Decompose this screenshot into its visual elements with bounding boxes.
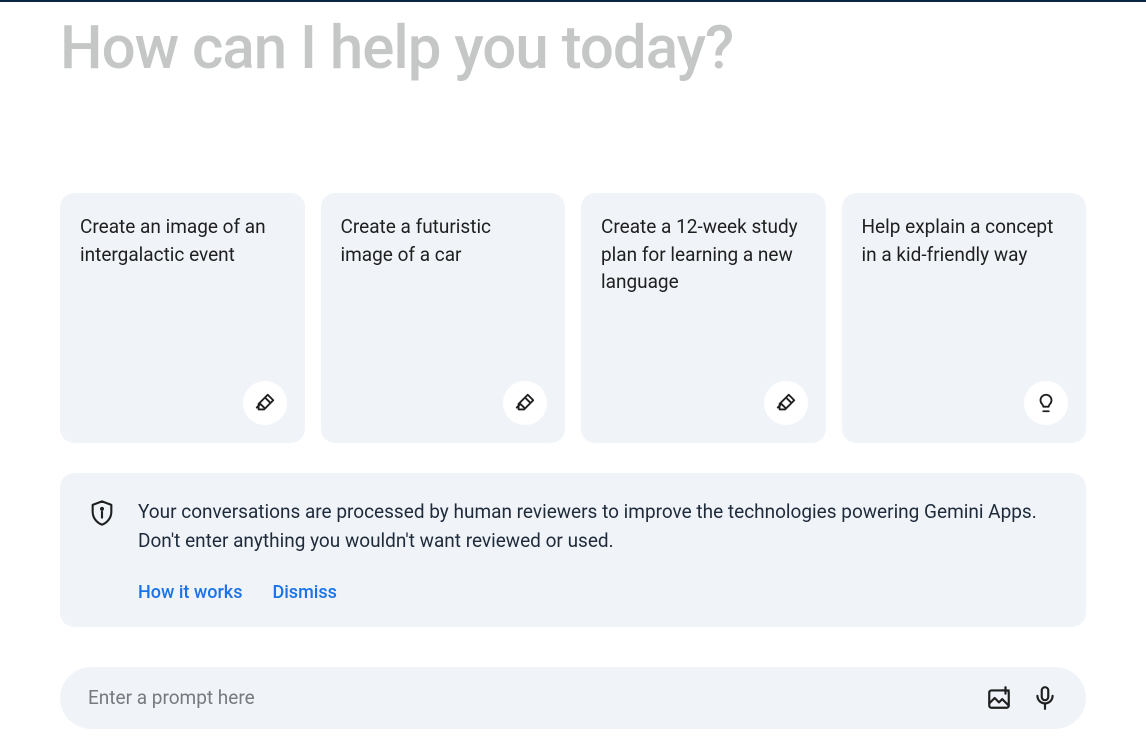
suggestion-card-text: Create an image of an intergalactic even… — [80, 213, 285, 268]
lightbulb-icon — [1024, 381, 1068, 425]
suggestion-card-1[interactable]: Create a futuristic image of a car — [321, 193, 566, 443]
suggestion-card-0[interactable]: Create an image of an intergalactic even… — [60, 193, 305, 443]
privacy-notice: Your conversations are processed by huma… — [60, 473, 1086, 627]
draw-icon — [764, 381, 808, 425]
prompt-input[interactable] — [88, 686, 966, 709]
suggestion-card-text: Help explain a concept in a kid-friendly… — [862, 213, 1067, 268]
suggestion-cards-row: Create an image of an intergalactic even… — [60, 193, 1086, 443]
how-it-works-link[interactable]: How it works — [138, 582, 242, 603]
page-heading: How can I help you today? — [60, 12, 1086, 83]
shield-info-icon — [88, 499, 116, 527]
prompt-input-bar — [60, 667, 1086, 729]
suggestion-card-2[interactable]: Create a 12-week study plan for learning… — [581, 193, 826, 443]
dismiss-button[interactable]: Dismiss — [272, 582, 336, 603]
suggestion-card-text: Create a 12-week study plan for learning… — [601, 213, 806, 296]
draw-icon — [503, 381, 547, 425]
privacy-notice-text: Your conversations are processed by huma… — [138, 497, 1058, 556]
draw-icon — [243, 381, 287, 425]
suggestion-card-3[interactable]: Help explain a concept in a kid-friendly… — [842, 193, 1087, 443]
add-image-icon[interactable] — [986, 685, 1012, 711]
microphone-icon[interactable] — [1032, 685, 1058, 711]
suggestion-card-text: Create a futuristic image of a car — [341, 213, 546, 268]
